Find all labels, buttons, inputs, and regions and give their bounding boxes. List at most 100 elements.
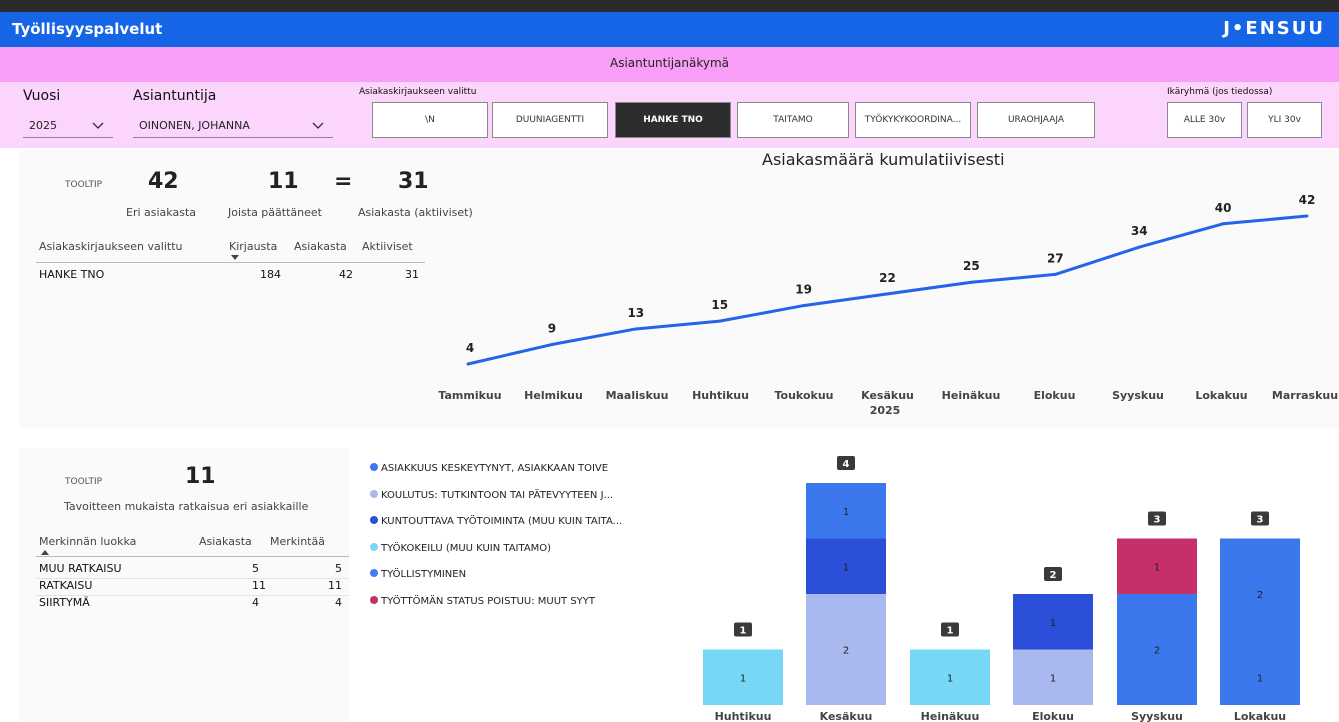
equals-sign: = xyxy=(334,169,353,194)
entry-option-label: DUUNIAGENTTI xyxy=(515,115,585,125)
bar-x-tick-label: Huhtikuu xyxy=(714,710,772,722)
total-label: 1 xyxy=(947,626,954,637)
outcome-row-clients: 4 xyxy=(252,596,259,609)
x-tick-label: Tammikuu xyxy=(438,389,502,402)
col-header-active[interactable]: Aktiiviset xyxy=(362,240,413,253)
expert-label: Asiantuntija xyxy=(133,88,217,104)
segment-label: 2 xyxy=(1154,646,1160,657)
view-bar: Asiantuntijanäkymä xyxy=(0,47,1339,82)
table-row-entries: 184 xyxy=(260,268,281,281)
col-header-clients[interactable]: Asiakasta xyxy=(294,240,347,253)
ended-clients-label: Joista päättäneet xyxy=(228,206,322,219)
segment-label: 1 xyxy=(1154,562,1160,573)
year-dropdown[interactable]: 2025 xyxy=(23,112,113,138)
bar-segment[interactable] xyxy=(1117,538,1197,595)
entry-option-label: HANKE TNO xyxy=(643,115,703,125)
segment-label: 1 xyxy=(843,507,849,518)
x-axis-year-label: 2025 xyxy=(869,404,901,417)
x-tick-label: Toukokuu xyxy=(774,389,834,402)
bar-segment[interactable] xyxy=(1220,649,1300,706)
bar-segment[interactable] xyxy=(1013,594,1093,650)
expert-value: OINONEN, JOHANNA xyxy=(139,119,250,132)
table-row-clients: 42 xyxy=(339,268,353,281)
age-option-0[interactable]: ALLE 30v xyxy=(1167,102,1242,138)
col-header-entries[interactable]: Kirjausta xyxy=(229,240,277,253)
age-option-label: YLI 30v xyxy=(1268,115,1301,125)
bar-segment[interactable] xyxy=(910,649,990,706)
entry-option-label: URAOHJAAJA xyxy=(1007,115,1065,125)
bar-x-tick-label: Elokuu xyxy=(1032,710,1074,722)
total-badge xyxy=(734,622,752,637)
bar-segment[interactable] xyxy=(806,483,886,539)
outcome-row-marks: 4 xyxy=(335,596,342,609)
legend-label: ASIAKKUUS KESKEYTYNYT, ASIAKKAAN TOIVE xyxy=(381,463,609,474)
total-label: 3 xyxy=(1154,515,1161,526)
legend-item[interactable]: ASIAKKUUS KESKEYTYNYT, ASIAKKAAN TOIVE xyxy=(370,463,608,474)
bar-segment[interactable] xyxy=(1220,538,1300,650)
col-header-class[interactable]: Merkinnän luokka xyxy=(39,535,136,548)
table-row-active: 31 xyxy=(405,268,419,281)
bar-segment[interactable] xyxy=(1117,594,1197,705)
title-bar: Työllisyyspalvelut J•ENSUU xyxy=(0,12,1339,47)
tooltip-label-2: TOOLTIP xyxy=(65,477,103,487)
total-label: 3 xyxy=(1257,515,1264,526)
total-badge xyxy=(1044,567,1062,581)
legend-item[interactable]: TYÖTTÖMÄN STATUS POISTUU: MUUT SYYT xyxy=(370,595,595,607)
bar-segment[interactable] xyxy=(806,594,886,705)
segment-label: 2 xyxy=(1257,590,1263,601)
col-header-clients-2[interactable]: Asiakasta xyxy=(199,535,252,548)
outcome-row-marks: 5 xyxy=(335,562,342,575)
bar-segment[interactable] xyxy=(703,649,783,706)
outcomes-value: 11 xyxy=(185,464,216,489)
col-header-entry[interactable]: Asiakaskirjaukseen valittu xyxy=(39,240,182,253)
legend-dot-icon xyxy=(370,595,378,604)
outcome-row-class: SIIRTYMÄ xyxy=(39,596,90,609)
table-row-name: HANKE TNO xyxy=(39,268,105,281)
outcome-row-marks: 11 xyxy=(328,579,342,592)
total-badge xyxy=(837,456,855,470)
legend-dot-icon xyxy=(370,516,378,524)
legend-item[interactable]: KUNTOUTTAVA TYÖTOIMINTA (MUU KUIN TAITA.… xyxy=(370,516,622,527)
x-tick-label: Maaliskuu xyxy=(605,389,669,402)
year-label: Vuosi xyxy=(23,88,61,104)
age-option-label: ALLE 30v xyxy=(1183,115,1226,125)
legend-label: TYÖTTÖMÄN STATUS POISTUU: MUUT SYYT xyxy=(381,595,595,607)
joensuu-logo: J•ENSUU xyxy=(1223,18,1325,39)
line-chart-title: Asiakasmäärä kumulatiivisesti xyxy=(762,150,1005,169)
outcomes-label: Tavoitteen mukaista ratkaisua eri asiakk… xyxy=(64,500,309,513)
entry-option-label: TYÖKYKYKOORDINA... xyxy=(864,115,962,125)
total-badge xyxy=(1148,511,1166,526)
entry-option-2[interactable]: HANKE TNO xyxy=(615,102,731,138)
legend-label: TYÖKOKEILU (MUU KUIN TAITAMO) xyxy=(381,542,552,554)
age-slicer-label: Ikäryhmä (jos tiedossa) xyxy=(1167,87,1273,97)
x-tick-label: Marraskuu xyxy=(1271,389,1339,402)
expert-dropdown[interactable]: OINONEN, JOHANNA xyxy=(133,112,333,138)
legend-item[interactable]: TYÖLLISTYMINEN xyxy=(370,569,466,580)
legend-dot-icon xyxy=(370,542,378,551)
segment-label: 1 xyxy=(947,673,953,684)
legend-item[interactable]: TYÖKOKEILU (MUU KUIN TAITAMO) xyxy=(370,542,552,554)
outcome-row-class: RATKAISU xyxy=(39,579,93,592)
x-tick-label: Huhtikuu xyxy=(692,389,749,402)
legend-dot-icon xyxy=(370,463,378,471)
x-tick-label: Helmikuu xyxy=(524,389,583,402)
sort-asc-icon xyxy=(41,550,49,555)
bar-segment[interactable] xyxy=(806,538,886,595)
segment-label: 1 xyxy=(1050,673,1056,684)
entry-option-0[interactable]: \N xyxy=(372,102,488,138)
entry-option-3[interactable]: TAITAMO xyxy=(737,102,849,138)
bar-x-tick-label: Lokakuu xyxy=(1233,710,1287,722)
entry-option-5[interactable]: URAOHJAAJA xyxy=(977,102,1095,138)
segment-label: 2 xyxy=(843,646,849,657)
total-label: 1 xyxy=(740,626,747,637)
entry-option-4[interactable]: TYÖKYKYKOORDINA... xyxy=(855,102,971,138)
total-label: 2 xyxy=(1050,570,1057,581)
entry-option-1[interactable]: DUUNIAGENTTI xyxy=(492,102,608,138)
total-badge xyxy=(941,622,959,637)
bar-segment[interactable] xyxy=(1013,649,1093,706)
segment-label: 1 xyxy=(1257,673,1263,684)
active-clients-value: 31 xyxy=(398,169,429,194)
col-header-marks[interactable]: Merkintää xyxy=(270,535,325,548)
age-option-1[interactable]: YLI 30v xyxy=(1247,102,1322,138)
legend-item[interactable]: KOULUTUS: TUTKINTOON TAI PÄTEVYYTEEN J..… xyxy=(370,489,613,501)
